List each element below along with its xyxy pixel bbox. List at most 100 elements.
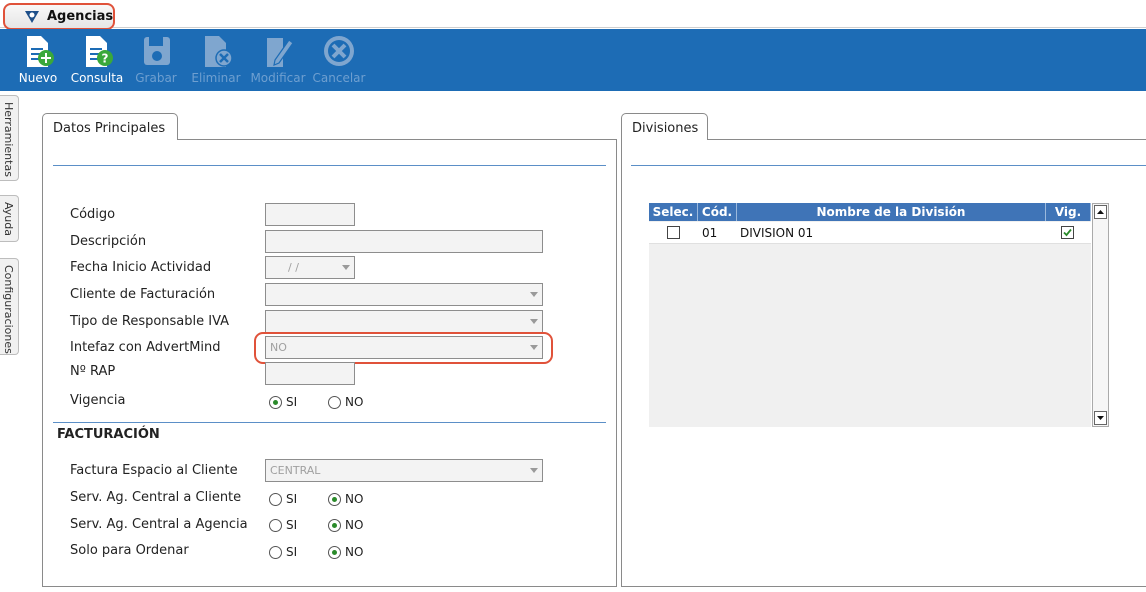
serv-cliente-si-radio[interactable]: SI <box>269 492 297 506</box>
modificar-label: Modificar <box>250 71 306 85</box>
side-tab-label: Herramientas <box>2 102 15 177</box>
descripcion-input[interactable] <box>265 230 543 253</box>
cliente-select[interactable] <box>265 283 543 306</box>
radio-label: SI <box>286 518 298 532</box>
eliminar-label: Eliminar <box>191 71 241 85</box>
save-disk-icon <box>144 37 170 65</box>
row-name: DIVISION 01 <box>740 226 814 240</box>
table-row[interactable]: 01 DIVISION 01 <box>649 222 1091 244</box>
radio-unchecked-icon <box>269 518 282 532</box>
arrow-up-icon <box>1097 210 1104 214</box>
row-vigente-checkbox[interactable] <box>1061 226 1074 239</box>
tab-label: Divisiones <box>632 121 699 136</box>
nuevo-label: Nuevo <box>18 71 58 85</box>
vigencia-label: Vigencia <box>70 393 126 408</box>
consulta-button[interactable]: ? Consulta <box>68 31 126 89</box>
toolbar: Nuevo ? Consulta Grabar Eliminar Modific… <box>0 29 1146 91</box>
radio-unchecked-icon <box>328 395 341 409</box>
modificar-button[interactable]: Modificar <box>249 31 307 89</box>
side-tab-ayuda[interactable]: Ayuda <box>0 195 19 242</box>
new-document-icon <box>27 36 54 67</box>
serv-cliente-no-radio[interactable]: NO <box>328 492 363 506</box>
tab-datos-principales[interactable]: Datos Principales <box>42 113 178 140</box>
radio-label: SI <box>286 492 298 506</box>
nuevo-button[interactable]: Nuevo <box>9 31 67 89</box>
radio-label: SI <box>286 545 298 559</box>
agencias-tab[interactable]: Agencias <box>3 3 115 30</box>
grid-scrollbar[interactable] <box>1092 203 1109 427</box>
consulta-label: Consulta <box>70 71 124 85</box>
divider <box>53 422 606 423</box>
chevron-down-icon <box>530 468 538 473</box>
serv-agencia-no-radio[interactable]: NO <box>328 518 363 532</box>
column-header-cod[interactable]: Cód. <box>698 203 737 221</box>
tab-divisiones[interactable]: Divisiones <box>621 113 708 140</box>
window-title: Agencias <box>47 9 114 24</box>
tipo-iva-label: Tipo de Responsable IVA <box>70 314 230 329</box>
solo-ordenar-label: Solo para Ordenar <box>70 543 189 558</box>
advertmind-label: Intefaz con AdvertMind <box>70 340 221 355</box>
cliente-label: Cliente de Facturación <box>70 287 216 302</box>
serv-cliente-label: Serv. Ag. Central a Cliente <box>70 490 242 505</box>
row-code: 01 <box>702 226 718 240</box>
chevron-down-icon <box>342 265 350 270</box>
column-header-selec[interactable]: Selec. <box>649 203 698 221</box>
cancelar-button[interactable]: Cancelar <box>310 31 368 89</box>
facturacion-title: FACTURACIÓN <box>57 427 160 442</box>
column-header-vig[interactable]: Vig. <box>1046 203 1091 221</box>
factura-espacio-value: CENTRAL <box>270 464 321 477</box>
scroll-down-button[interactable] <box>1094 411 1107 425</box>
side-tab-configuraciones[interactable]: Configuraciones <box>0 258 19 355</box>
radio-checked-icon <box>328 518 341 532</box>
grabar-button[interactable]: Grabar <box>127 31 185 89</box>
rap-input[interactable] <box>265 362 355 385</box>
radio-label: SI <box>286 395 298 409</box>
tipo-iva-select[interactable] <box>265 310 543 333</box>
fecha-label: Fecha Inicio Actividad <box>70 260 212 275</box>
vigencia-si-radio[interactable]: SI <box>269 395 297 409</box>
codigo-label: Código <box>70 207 116 222</box>
divider <box>631 165 1146 166</box>
solo-ordenar-si-radio[interactable]: SI <box>269 545 297 559</box>
grabar-label: Grabar <box>135 71 177 85</box>
radio-checked-icon <box>328 492 341 506</box>
rap-label: Nº RAP <box>70 364 116 379</box>
serv-agencia-si-radio[interactable]: SI <box>269 518 297 532</box>
fecha-picker[interactable]: / / <box>265 256 355 279</box>
radio-unchecked-icon <box>269 545 282 559</box>
column-header-nombre[interactable]: Nombre de la División <box>737 203 1046 221</box>
scroll-up-button[interactable] <box>1094 205 1107 219</box>
radio-checked-icon <box>328 545 341 559</box>
tab-label: Datos Principales <box>53 121 166 136</box>
radio-label: NO <box>345 395 364 409</box>
cancelar-label: Cancelar <box>312 71 366 85</box>
eliminar-button[interactable]: Eliminar <box>187 31 245 89</box>
chevron-down-icon <box>530 319 538 324</box>
divider <box>53 165 606 166</box>
chevron-down-icon <box>530 292 538 297</box>
descripcion-label: Descripción <box>70 234 147 249</box>
app-logo-icon <box>25 11 39 23</box>
codigo-input[interactable] <box>265 203 355 226</box>
row-select-checkbox[interactable] <box>667 226 680 239</box>
checkmark-icon <box>1063 228 1072 237</box>
window-tab-bar: Agencias <box>0 0 1146 30</box>
side-tab-label: Ayuda <box>2 202 15 236</box>
factura-espacio-select[interactable]: CENTRAL <box>265 459 543 482</box>
arrow-down-icon <box>1097 416 1104 420</box>
delete-document-icon <box>205 36 233 67</box>
solo-ordenar-no-radio[interactable]: NO <box>328 545 363 559</box>
radio-unchecked-icon <box>269 492 282 506</box>
vigencia-no-radio[interactable]: NO <box>328 395 363 409</box>
radio-label: NO <box>345 545 364 559</box>
radio-label: NO <box>345 518 364 532</box>
query-document-icon: ? <box>86 36 113 67</box>
radio-checked-icon <box>269 395 282 409</box>
divisiones-grid: Selec. Cód. Nombre de la División Vig. 0… <box>649 203 1091 427</box>
edit-document-icon <box>267 38 294 67</box>
svg-text:?: ? <box>102 52 109 66</box>
side-tab-herramientas[interactable]: Herramientas <box>0 95 19 181</box>
factura-espacio-label: Factura Espacio al Cliente <box>70 463 238 478</box>
radio-label: NO <box>345 492 364 506</box>
fecha-value: / / <box>288 261 299 274</box>
